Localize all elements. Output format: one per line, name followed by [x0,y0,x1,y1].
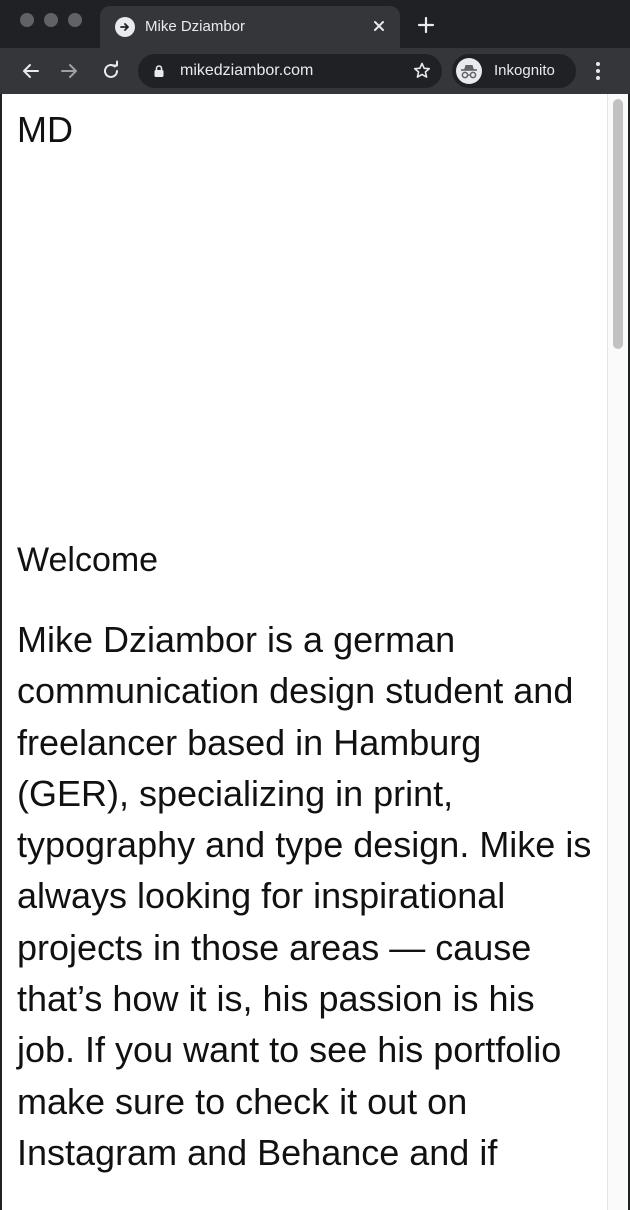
section-title: Welcome [17,541,159,579]
window-minimize-dot[interactable] [44,13,58,27]
incognito-icon [456,58,482,84]
arrow-right-icon[interactable] [58,60,80,82]
close-icon[interactable] [370,17,388,35]
scrollbar-thumb[interactable] [613,99,623,349]
window-close-dot[interactable] [20,13,34,27]
active-tab[interactable]: Mike Dziambor [100,6,400,48]
reload-icon[interactable] [100,60,122,82]
window-zoom-dot[interactable] [68,13,82,27]
arrow-right-circle-icon [115,17,135,37]
url-text[interactable]: mikedziambor.com [180,61,313,81]
arrow-left-icon[interactable] [20,60,42,82]
star-icon[interactable] [412,61,432,81]
intro-paragraph: Mike Dziambor is a german communication … [17,619,592,1173]
page-viewport: MD Welcome Mike Dziambor is a german com… [0,94,630,1210]
browser-window: Mike Dziambor mikedziambor.com Inkognito… [0,0,630,1210]
lock-icon[interactable] [152,64,166,78]
profile-label: Inkognito [494,62,555,79]
site-logo[interactable]: MD [17,110,73,150]
profile-chip[interactable]: Inkognito [452,54,576,88]
vertical-scrollbar[interactable] [607,94,628,1210]
kebab-menu-icon[interactable] [588,59,608,83]
plus-icon[interactable] [416,15,436,35]
tab-strip: Mike Dziambor [0,0,630,48]
address-bar[interactable]: mikedziambor.com [138,54,442,88]
tab-title: Mike Dziambor [145,18,246,35]
browser-toolbar: mikedziambor.com Inkognito [0,48,630,94]
